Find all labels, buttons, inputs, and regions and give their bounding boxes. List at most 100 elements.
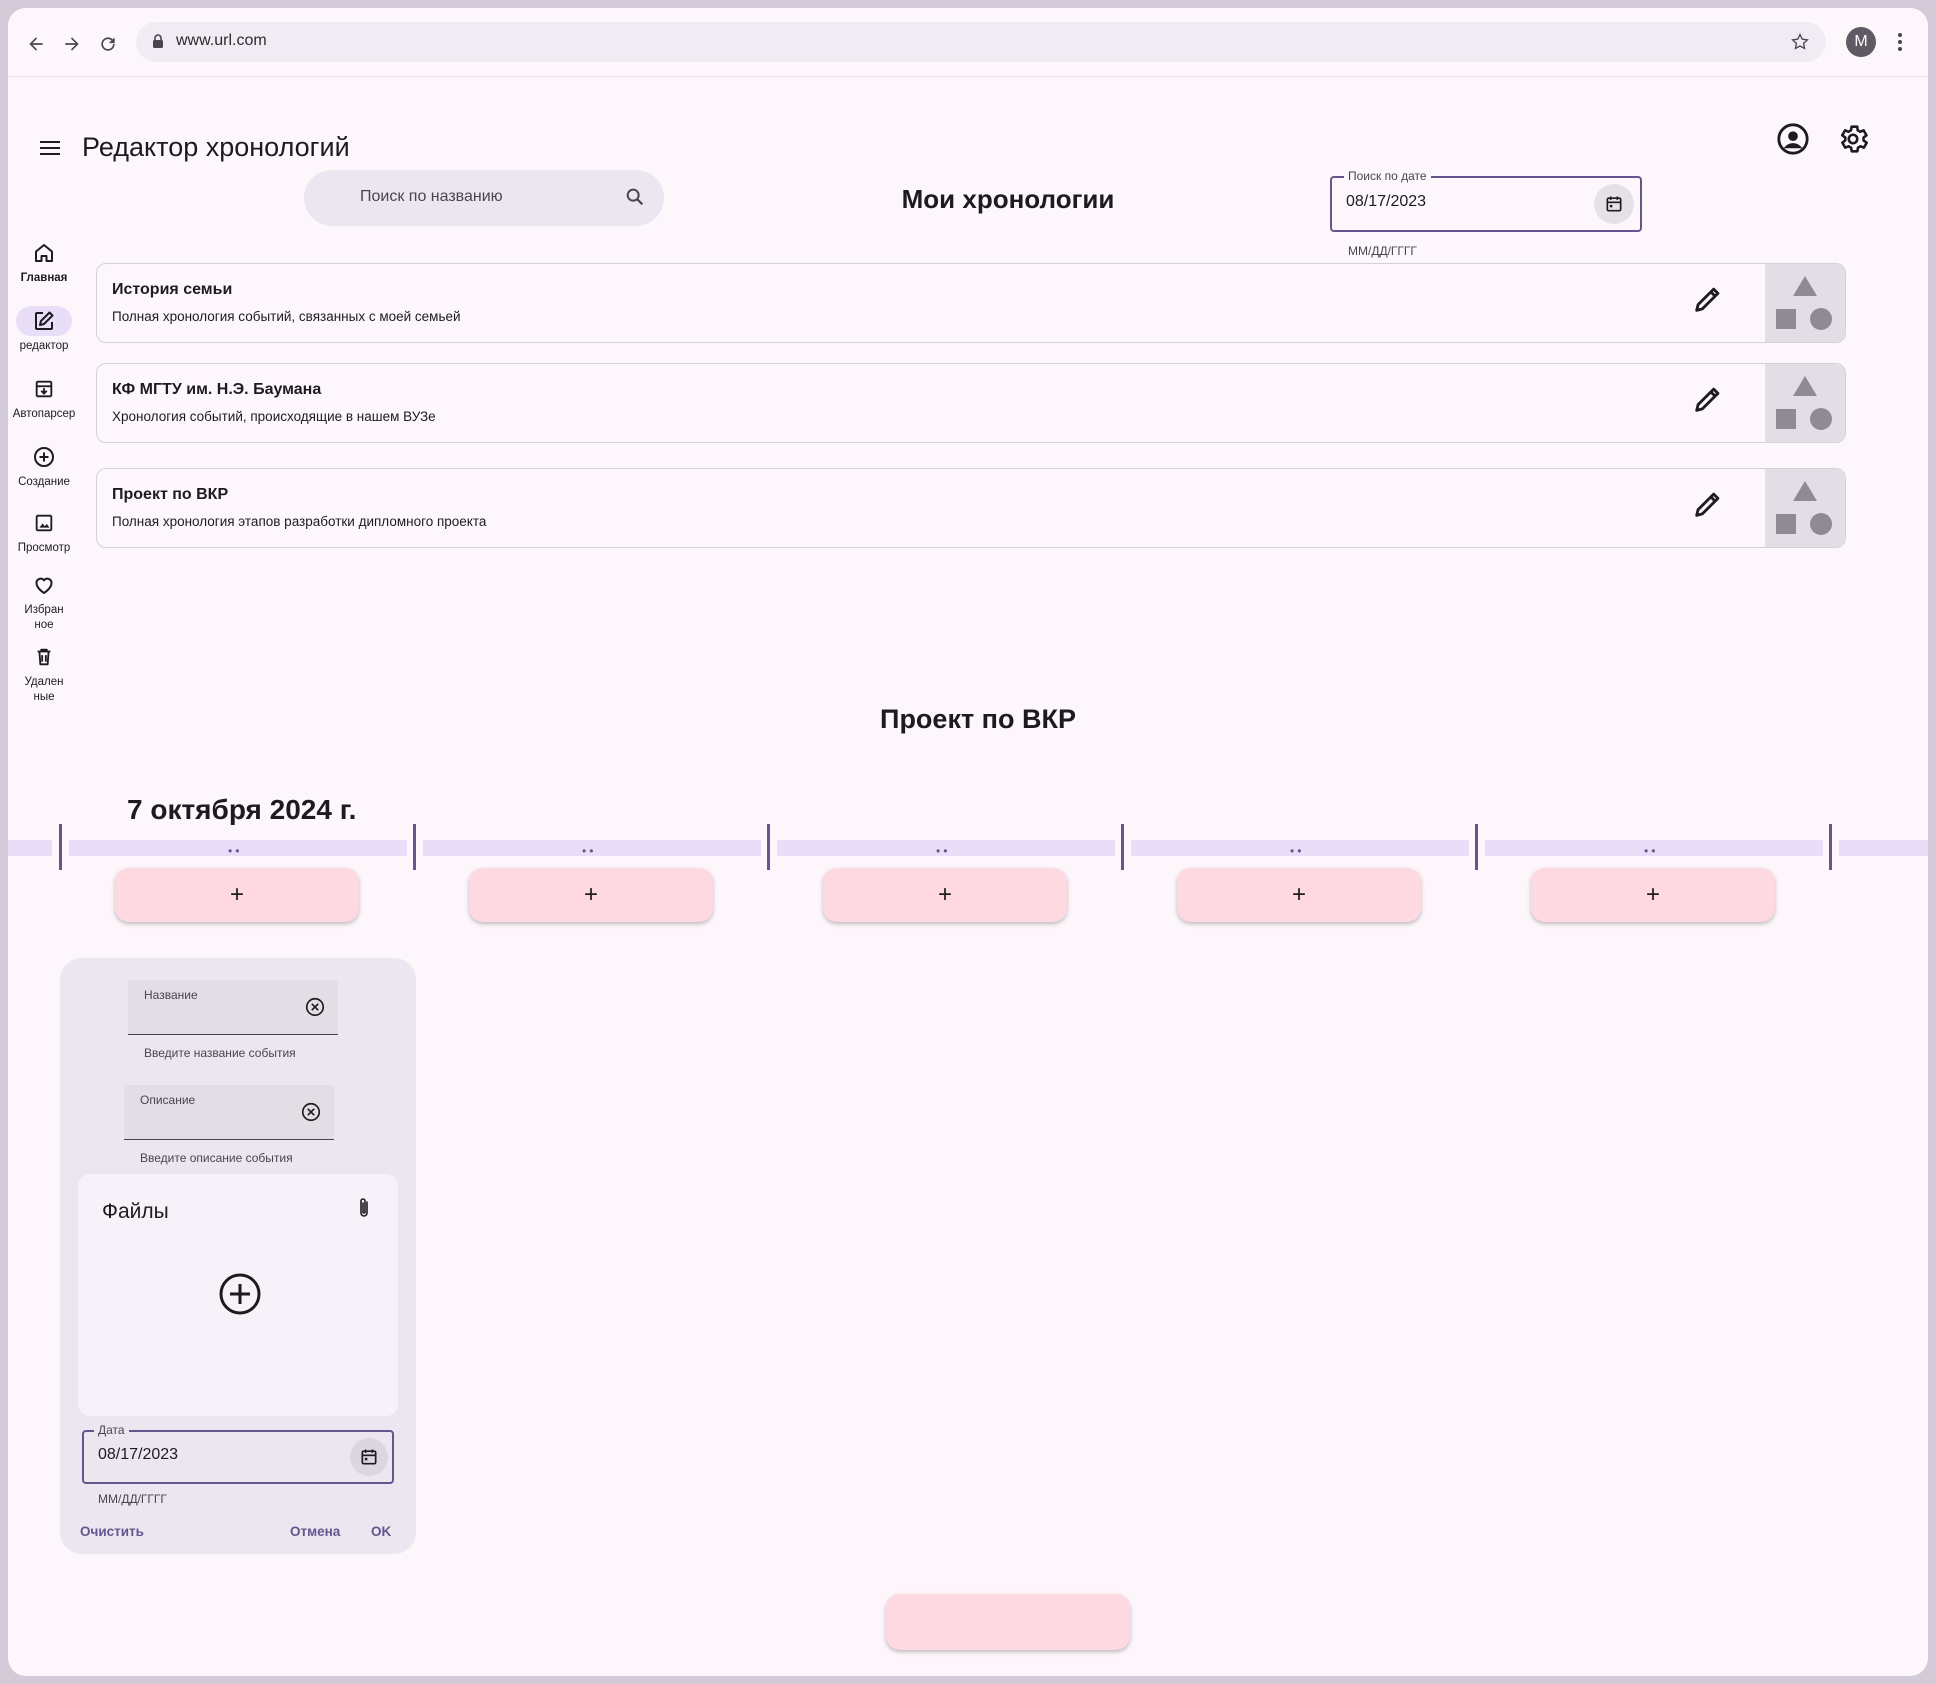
event-name-field[interactable]: Название <box>128 980 338 1035</box>
drag-handle-icon[interactable]: •• <box>582 844 596 858</box>
thumbnail-placeholder-icon <box>1765 364 1845 442</box>
add-event-button[interactable]: + <box>115 868 359 922</box>
event-description-label: Описание <box>140 1093 196 1107</box>
add-event-button[interactable]: + <box>1531 868 1775 922</box>
edit-pencil-icon[interactable] <box>1691 382 1725 416</box>
search-input[interactable]: Поиск по названию <box>304 170 664 226</box>
event-date-label: Дата <box>94 1423 129 1437</box>
event-name-hint: Введите название события <box>144 1046 296 1060</box>
trash-icon <box>16 642 72 672</box>
search-placeholder: Поиск по названию <box>360 188 503 205</box>
edit-square-icon <box>16 306 72 336</box>
address-bar[interactable]: www.url.com <box>136 22 1826 62</box>
profile-avatar[interactable]: M <box>1846 27 1876 57</box>
thumbnail-placeholder-icon <box>1765 264 1845 342</box>
timeline-card-title: История семьи <box>112 281 233 298</box>
edit-pencil-icon[interactable] <box>1691 282 1725 316</box>
timeline-date: 7 октября 2024 г. <box>127 794 357 825</box>
add-event-button[interactable]: + <box>823 868 1067 922</box>
timeline-tick <box>1475 824 1478 870</box>
timeline-card[interactable]: КФ МГТУ им. Н.Э. Баумана Хронология собы… <box>96 363 1846 443</box>
search-icon[interactable] <box>624 186 646 213</box>
rail-item-deleted[interactable]: Удален ные <box>8 642 80 705</box>
timeline-card-description: Полная хронология этапов разработки дипл… <box>112 514 487 529</box>
timeline-title: Проект по ВКР <box>880 704 1076 734</box>
attach-clip-icon[interactable] <box>356 1196 372 1225</box>
reload-icon[interactable] <box>94 30 122 58</box>
ok-button[interactable]: OK <box>371 1524 391 1539</box>
timeline-track-segment <box>1839 840 1928 856</box>
archive-download-icon <box>16 374 72 404</box>
files-title: Файлы <box>102 1200 169 1223</box>
settings-gear-icon[interactable] <box>1836 122 1872 158</box>
rail-label: редактор <box>19 340 69 352</box>
drag-handle-icon[interactable]: •• <box>228 844 242 858</box>
event-name-label: Название <box>144 988 198 1002</box>
drag-handle-icon[interactable]: •• <box>1644 844 1658 858</box>
event-date-value: 08/17/2023 <box>98 1446 179 1463</box>
timeline-card[interactable]: Проект по ВКР Полная хронология этапов р… <box>96 468 1846 548</box>
rail-item-home[interactable]: Главная <box>8 238 80 286</box>
rail-label: Просмотр <box>17 542 71 554</box>
account-circle-icon[interactable] <box>1776 122 1812 158</box>
section-title: Мои хронологии <box>901 184 1115 214</box>
date-search-field[interactable]: Поиск по дате 08/17/2023 <box>1330 169 1642 232</box>
event-date-field[interactable]: Дата 08/17/2023 <box>82 1423 394 1484</box>
calendar-icon[interactable] <box>350 1438 388 1476</box>
event-date-hint: ММ/ДД/ГГГГ <box>98 1492 167 1506</box>
timeline-card-title: Проект по ВКР <box>112 486 229 503</box>
add-event-button[interactable]: + <box>469 868 713 922</box>
timeline-card-description: Полная хронология событий, связанных с м… <box>112 309 461 324</box>
rail-label: Автопарсер <box>12 408 76 420</box>
forward-icon[interactable] <box>58 30 86 58</box>
bookmark-star-icon[interactable] <box>1790 32 1810 57</box>
browser-toolbar: www.url.com M <box>8 8 1928 77</box>
rail-item-create[interactable]: Создание <box>8 442 80 490</box>
add-circle-icon <box>16 442 72 472</box>
lock-icon <box>152 34 164 53</box>
heart-icon <box>16 570 72 600</box>
timeline-tick <box>59 824 62 870</box>
bottom-action-button[interactable] <box>886 1594 1130 1650</box>
image-icon <box>16 508 72 538</box>
date-search-label: Поиск по дате <box>1344 169 1431 183</box>
clear-circle-icon[interactable] <box>300 1101 322 1128</box>
timeline-track-segment <box>8 840 52 856</box>
drag-handle-icon[interactable]: •• <box>936 844 950 858</box>
menu-icon[interactable] <box>32 134 68 162</box>
timeline-tick <box>1121 824 1124 870</box>
rail-label: Удален ные <box>24 676 64 703</box>
rail-label: Создание <box>18 476 70 488</box>
rail-item-autoparser[interactable]: Автопарсер <box>8 374 80 422</box>
clear-button[interactable]: Очистить <box>80 1524 144 1539</box>
add-file-icon[interactable] <box>218 1272 262 1316</box>
event-description-hint: Введите описание события <box>140 1151 293 1165</box>
home-icon <box>16 238 72 268</box>
date-search-hint: ММ/ДД/ГГГГ <box>1348 244 1417 258</box>
files-panel: Файлы <box>78 1174 398 1416</box>
browser-menu-icon[interactable] <box>1890 28 1910 56</box>
cancel-button[interactable]: Отмена <box>290 1524 340 1539</box>
rail-label: Избран ное <box>24 604 64 631</box>
thumbnail-placeholder-icon <box>1765 469 1845 547</box>
rail-label: Главная <box>20 272 68 284</box>
date-search-value: 08/17/2023 <box>1346 193 1427 210</box>
rail-item-editor[interactable]: редактор <box>8 306 80 354</box>
add-event-button[interactable]: + <box>1177 868 1421 922</box>
edit-pencil-icon[interactable] <box>1691 487 1725 521</box>
app-title: Редактор хронологий <box>82 132 350 162</box>
calendar-icon[interactable] <box>1594 184 1634 224</box>
back-icon[interactable] <box>22 30 50 58</box>
browser-window: www.url.com M Редактор хронологий Главна… <box>8 8 1928 1676</box>
event-form: Название Введите название события Описан… <box>60 958 416 1554</box>
timeline-tick <box>413 824 416 870</box>
clear-circle-icon[interactable] <box>304 996 326 1023</box>
timeline-card[interactable]: История семьи Полная хронология событий,… <box>96 263 1846 343</box>
drag-handle-icon[interactable]: •• <box>1290 844 1304 858</box>
rail-item-favorites[interactable]: Избран ное <box>8 570 80 633</box>
timeline-card-description: Хронология событий, происходящие в нашем… <box>112 409 436 424</box>
timeline-card-title: КФ МГТУ им. Н.Э. Баумана <box>112 381 322 398</box>
rail-item-view[interactable]: Просмотр <box>8 508 80 556</box>
event-description-field[interactable]: Описание <box>124 1085 334 1140</box>
timeline-tick <box>1829 824 1832 870</box>
